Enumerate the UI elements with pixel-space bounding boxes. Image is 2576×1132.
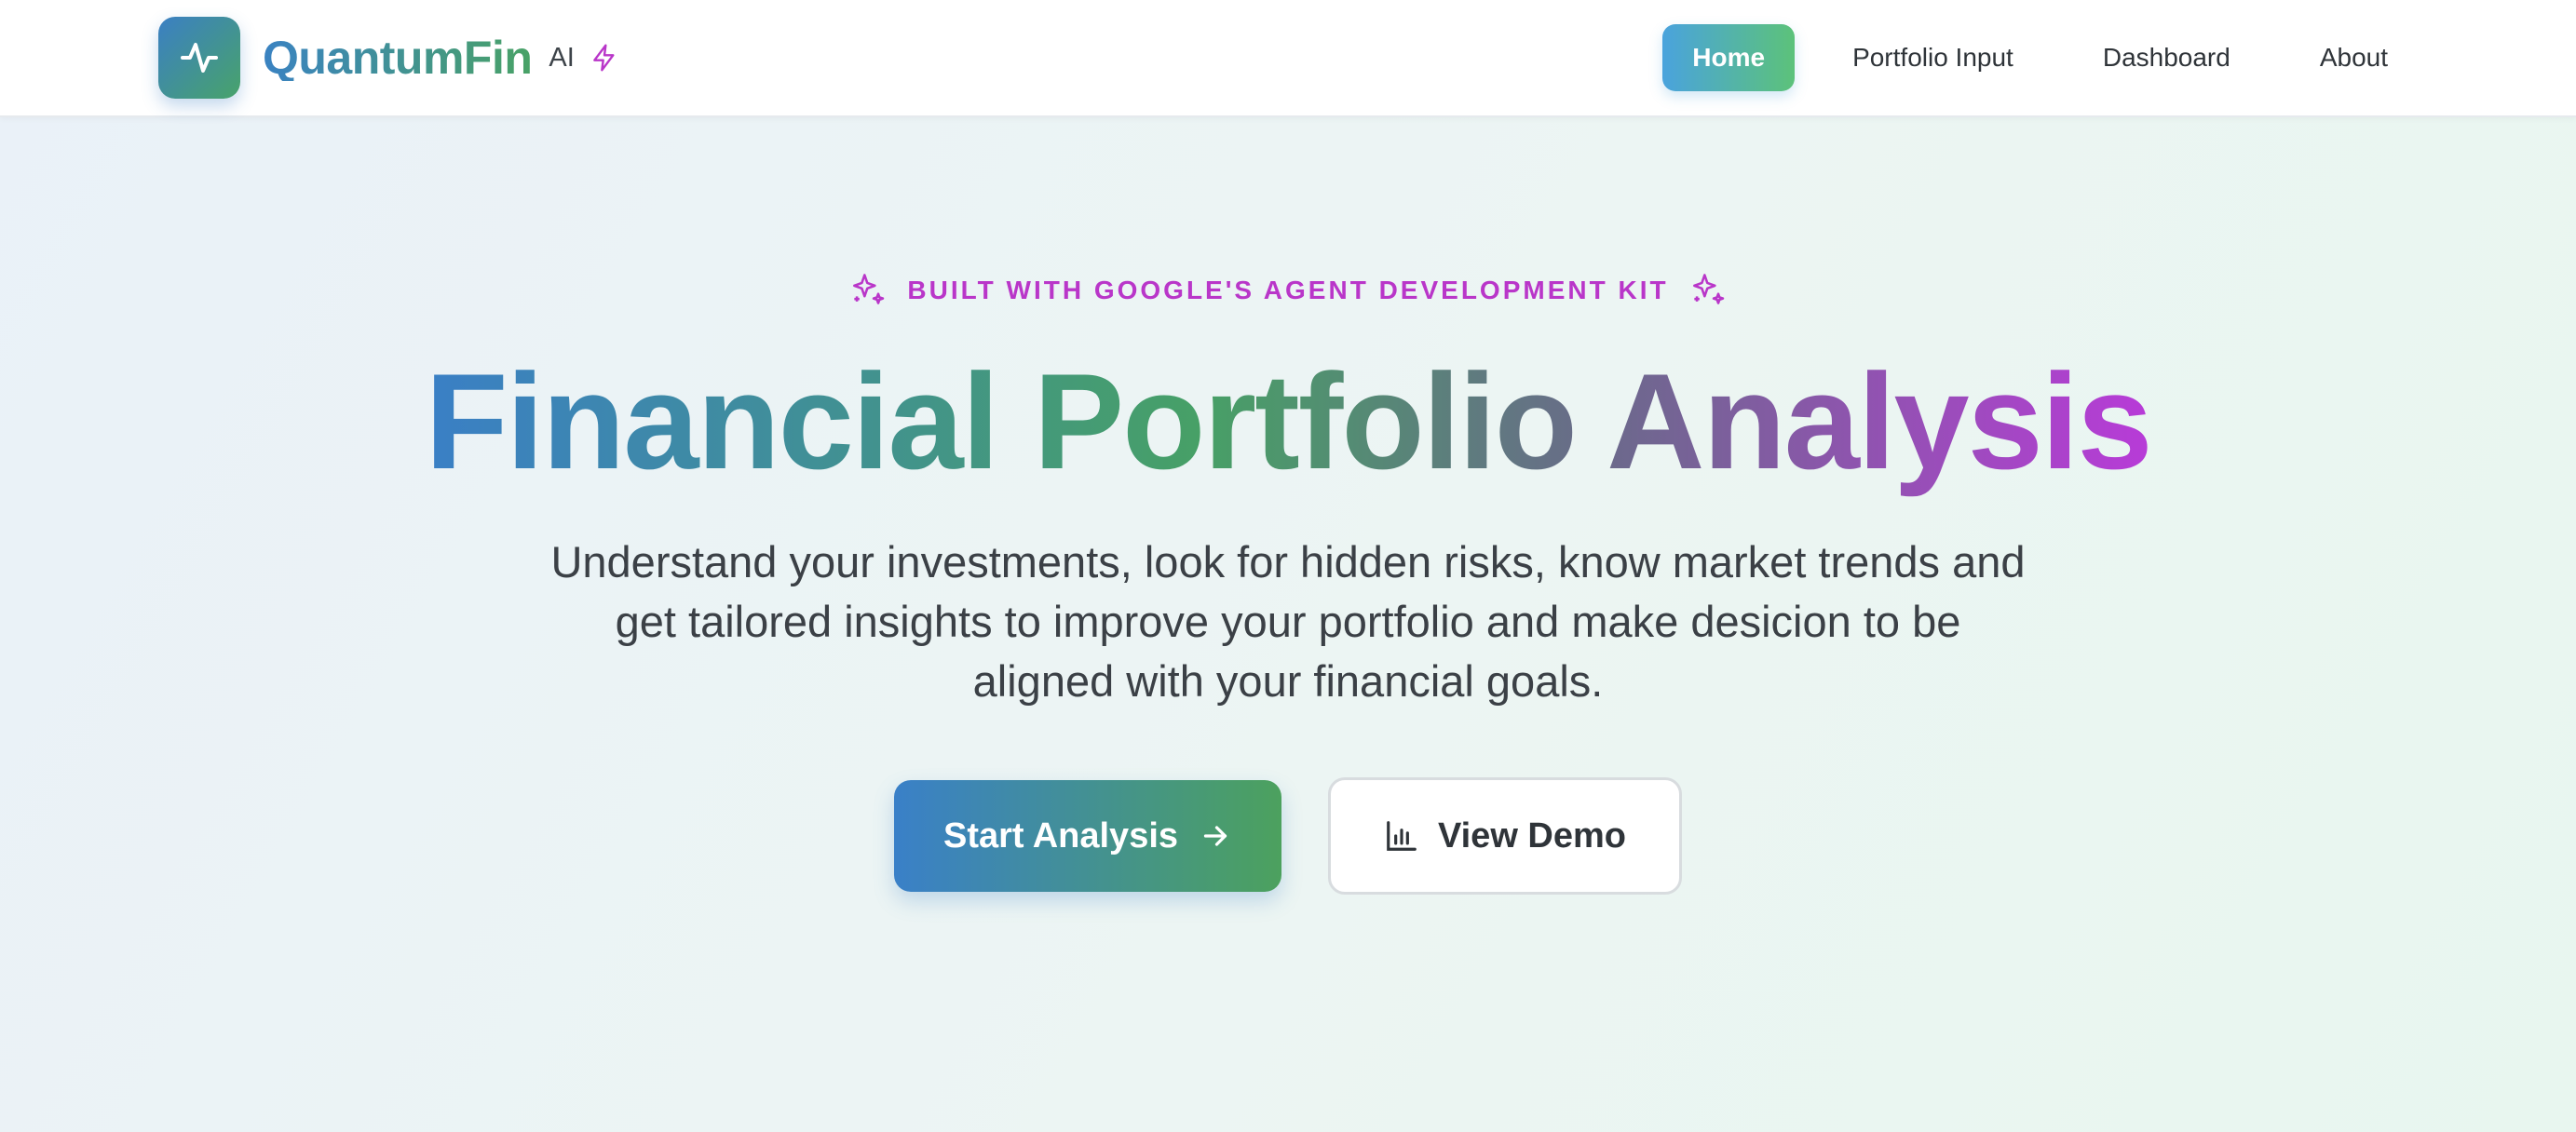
nav-link-dashboard[interactable]: Dashboard <box>2073 24 2260 91</box>
main-nav: Home Portfolio Input Dashboard About <box>1662 24 2418 91</box>
start-analysis-label: Start Analysis <box>942 815 1179 856</box>
hero-subtitle: Understand your investments, look for hi… <box>550 537 2026 706</box>
nav-link-portfolio-input[interactable]: Portfolio Input <box>1823 24 2043 91</box>
top-navbar: QuantumFin AI Home Portfolio Input Dashb… <box>0 0 2576 117</box>
nav-link-about[interactable]: About <box>2290 24 2418 91</box>
view-demo-label: View Demo <box>1437 815 1627 856</box>
hero-eyebrow-text: BUILT WITH GOOGLE'S AGENT DEVELOPMENT KI… <box>907 276 1669 304</box>
activity-pulse-icon <box>158 17 240 99</box>
view-demo-button[interactable]: View Demo <box>1328 777 1682 895</box>
hero-title: Financial Portfolio Analysis <box>0 352 2576 492</box>
start-analysis-button[interactable]: Start Analysis <box>894 780 1281 892</box>
sparkles-icon <box>1688 270 1729 311</box>
brand-ai-badge: AI <box>549 42 575 73</box>
arrow-right-icon <box>1199 819 1232 853</box>
brand-name: QuantumFin <box>263 32 533 84</box>
hero-title-text: Financial Portfolio Analysis <box>425 345 2152 497</box>
brand-logo[interactable]: QuantumFin AI <box>158 17 619 99</box>
nav-link-home[interactable]: Home <box>1662 24 1796 91</box>
hero-eyebrow: BUILT WITH GOOGLE'S AGENT DEVELOPMENT KI… <box>0 266 2576 315</box>
cta-row: Start Analysis View Demo <box>0 777 2576 895</box>
lightning-bolt-icon <box>590 43 619 73</box>
sparkles-icon <box>847 270 888 311</box>
bar-chart-icon <box>1384 818 1419 854</box>
